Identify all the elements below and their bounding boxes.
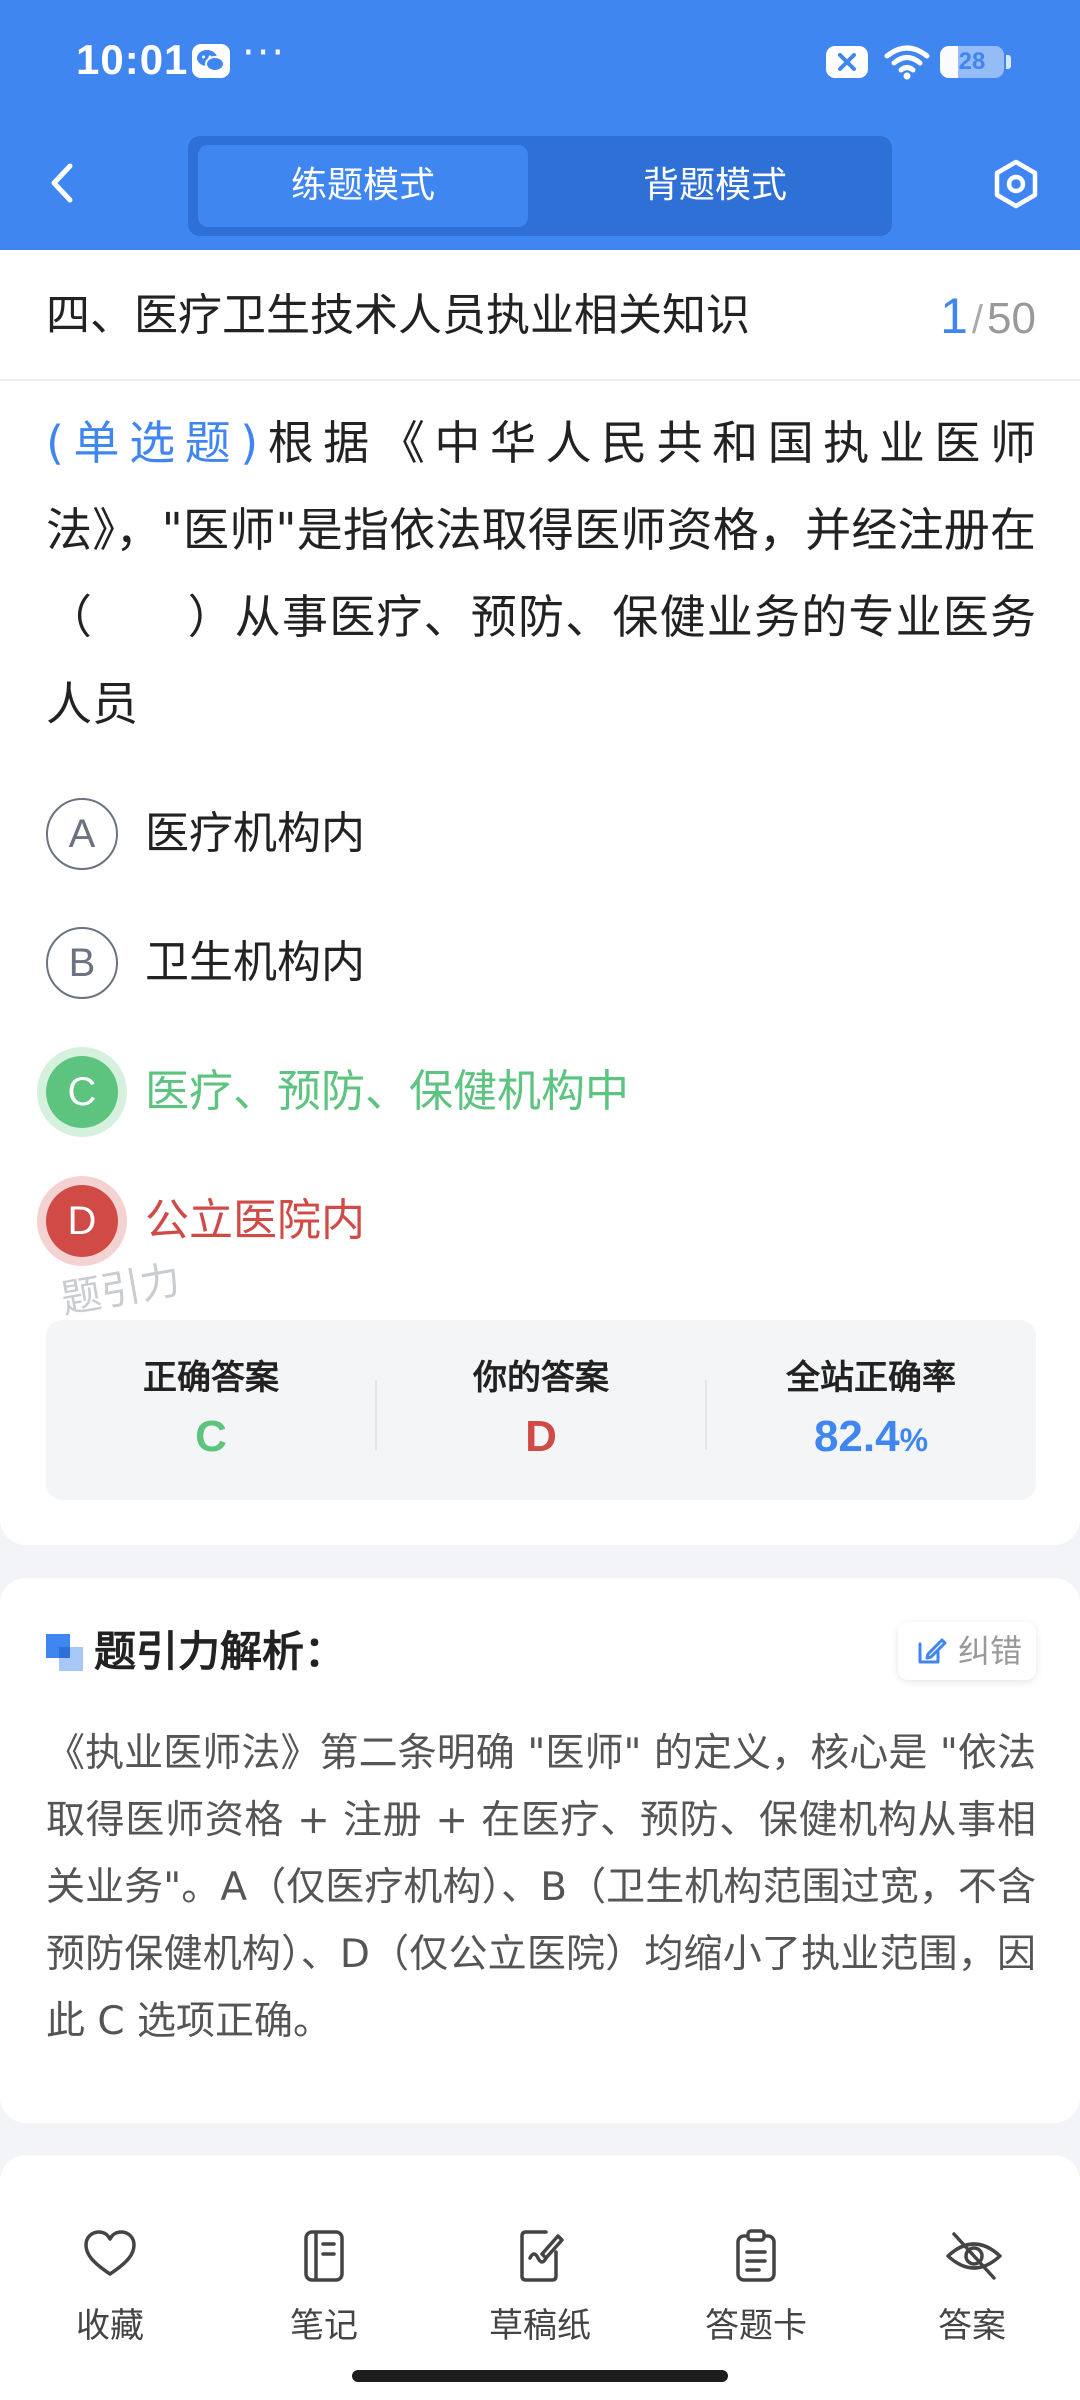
- back-arrow-icon[interactable]: [44, 158, 84, 212]
- option-letter: A: [46, 798, 118, 870]
- analysis-text: 《执业医师法》第二条明确 "医师" 的定义，核心是 "依法取得医师资格 + 注册…: [46, 1731, 1036, 2044]
- stat-value: 82.4%: [706, 1412, 1036, 1462]
- status-time: 10:01: [76, 36, 189, 83]
- notes-label: 笔记: [290, 2306, 358, 2346]
- mode-switch: 练题模式 背题模式: [188, 136, 892, 236]
- bottom-toolbar: 收藏 笔记 草稿纸 答题卡 答案: [0, 2190, 1080, 2400]
- answer-stats: 正确答案 C 你的答案 D 全站正确率 82.4%: [46, 1320, 1036, 1500]
- option-letter: B: [46, 927, 118, 999]
- battery-level: 28: [958, 48, 986, 75]
- status-bar: 10:01 ··· 28: [0, 0, 1080, 125]
- draft-paper-button[interactable]: 草稿纸: [450, 2228, 630, 2358]
- option-text: 医疗机构内: [145, 808, 365, 859]
- option-text: 卫生机构内: [145, 937, 365, 988]
- show-answer-label: 答案: [938, 2306, 1006, 2346]
- progress-separator: /: [971, 298, 984, 342]
- battery-indicator: 28: [940, 46, 1004, 78]
- favorite-label: 收藏: [76, 2306, 144, 2346]
- rate-unit: %: [899, 1422, 929, 1458]
- option-d[interactable]: D 公立医院内: [46, 1185, 1036, 1259]
- stat-label: 正确答案: [143, 1358, 279, 1398]
- header-divider: [0, 379, 1080, 381]
- battery-tip: [1006, 55, 1011, 69]
- stat-value: C: [195, 1412, 227, 1461]
- edit-icon: [918, 1638, 947, 1664]
- question-progress: 1/50: [940, 286, 1036, 350]
- analysis-title: 题引力解析：: [94, 1627, 347, 1676]
- analysis-section-icon: [46, 1634, 84, 1676]
- show-answer-button[interactable]: 答案: [882, 2228, 1062, 2358]
- rate-number: 82.4: [813, 1412, 900, 1461]
- section-title: 四、医疗卫生技术人员执业相关知识: [46, 290, 750, 341]
- answer-card-button[interactable]: 答题卡: [666, 2228, 846, 2358]
- current-question-number: 1: [940, 288, 968, 344]
- stat-value: D: [525, 1412, 557, 1461]
- stat-correct-answer: 正确答案 C: [46, 1320, 376, 1500]
- more-notifications-icon: ···: [242, 30, 287, 76]
- settings-icon[interactable]: [990, 158, 1042, 214]
- option-a[interactable]: A 医疗机构内: [46, 798, 1036, 872]
- stat-label: 你的答案: [473, 1358, 609, 1398]
- no-sim-icon: [826, 46, 868, 78]
- report-error-label: 纠错: [958, 1632, 1023, 1670]
- stat-label: 全站正确率: [786, 1358, 956, 1398]
- option-text: 医疗、预防、保健机构中: [145, 1066, 629, 1117]
- draft-paper-label: 草稿纸: [489, 2306, 591, 2346]
- option-letter: D: [46, 1185, 118, 1257]
- question-stem: (单选题)根据《中华人民共和国执业医师法》，"医师"是指依法取得医师资格，并经注…: [46, 400, 1036, 748]
- total-questions: 50: [987, 294, 1036, 343]
- stat-accuracy-rate: 全站正确率 82.4%: [706, 1320, 1036, 1500]
- app-header: 10:01 ··· 28 练题模式 背题模式: [0, 0, 1080, 250]
- stat-your-answer: 你的答案 D: [376, 1320, 706, 1500]
- tab-practice-mode[interactable]: 练题模式: [198, 145, 528, 227]
- favorite-button[interactable]: 收藏: [20, 2228, 200, 2358]
- option-b[interactable]: B 卫生机构内: [46, 927, 1036, 1001]
- answer-card-label: 答题卡: [705, 2306, 807, 2346]
- wifi-icon: [884, 44, 930, 84]
- option-text: 公立医院内: [145, 1195, 365, 1246]
- report-error-button[interactable]: 纠错: [898, 1622, 1036, 1680]
- question-type: (单选题): [46, 416, 259, 470]
- heart-icon: [84, 2230, 136, 2276]
- clipboard-icon: [736, 2229, 776, 2282]
- notebook-icon: [304, 2230, 344, 2282]
- option-letter: C: [46, 1056, 118, 1128]
- home-indicator[interactable]: [352, 2370, 728, 2382]
- wechat-notification-icon: [192, 44, 230, 78]
- scratch-paper-icon: [520, 2230, 564, 2282]
- eye-off-icon: [946, 2232, 1002, 2280]
- tab-memorize-mode[interactable]: 背题模式: [548, 145, 882, 227]
- option-c[interactable]: C 医疗、预防、保健机构中: [46, 1056, 1036, 1130]
- notes-button[interactable]: 笔记: [234, 2228, 414, 2358]
